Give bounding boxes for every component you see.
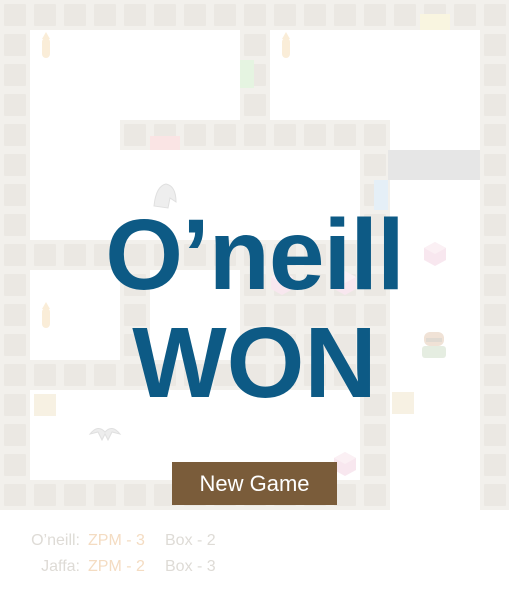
score-row-jaffa: Jaffa: ZPM - 2 Box - 3 xyxy=(0,556,260,578)
zpm-count: ZPM - 3 xyxy=(88,532,145,549)
box-count: Box - 3 xyxy=(165,558,216,575)
player-name: O’neill: xyxy=(31,532,80,549)
zpm-count: ZPM - 2 xyxy=(88,558,145,575)
box-count: Box - 2 xyxy=(165,532,216,549)
win-overlay: O’neill WON xyxy=(0,0,509,510)
score-row-oneill: O’neill: ZPM - 3 Box - 2 xyxy=(0,530,260,552)
winner-status: WON xyxy=(132,307,377,419)
player-name: Jaffa: xyxy=(41,558,80,575)
winner-name: O’neill xyxy=(105,199,405,311)
new-game-button[interactable]: New Game xyxy=(172,462,337,505)
